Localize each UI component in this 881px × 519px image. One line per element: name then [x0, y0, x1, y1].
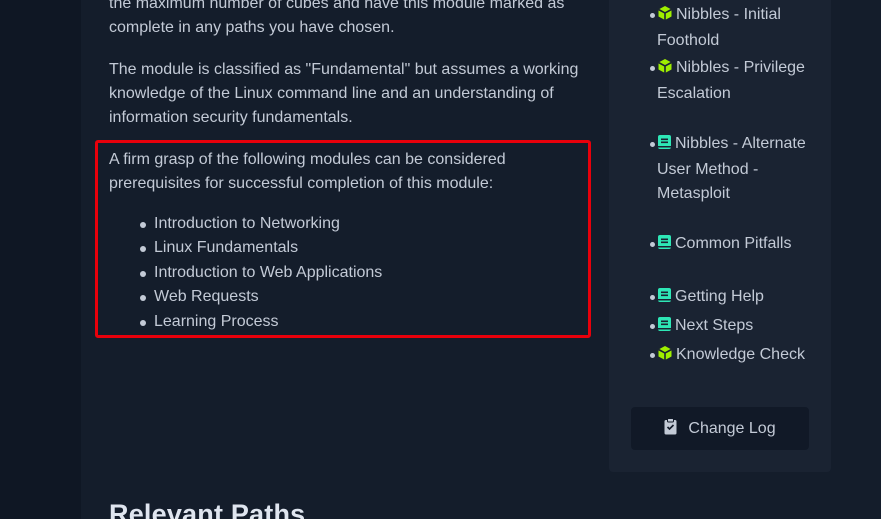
bullet	[650, 324, 655, 329]
cube-icon	[657, 345, 673, 369]
toc-item-initial-foothold[interactable]: Nibbles - Initial Foothold	[650, 3, 817, 53]
toc-item-label: Next Steps	[675, 317, 754, 334]
toc-item-label: Knowledge Check	[676, 346, 805, 363]
toc-item-next-steps[interactable]: Next Steps	[650, 314, 817, 340]
change-log-button[interactable]: Change Log	[631, 407, 809, 450]
toc-item-privilege-escalation[interactable]: Nibbles - Privilege Escalation	[650, 56, 817, 106]
bullet	[650, 242, 655, 247]
bullet	[650, 353, 655, 358]
toc-item-getting-help[interactable]: Getting Help	[650, 285, 817, 311]
page: the maximum number of cubes and have thi…	[0, 0, 881, 519]
toc-item-label: Getting Help	[675, 288, 764, 305]
bullet	[650, 142, 655, 147]
cube-icon	[657, 58, 673, 82]
section-heading-relevant-paths: Relevant Paths	[109, 499, 306, 519]
book-icon	[657, 234, 672, 258]
cube-icon	[657, 5, 673, 29]
bullet	[650, 66, 655, 71]
bullet	[650, 13, 655, 18]
highlight-box	[95, 140, 591, 338]
book-icon	[657, 316, 672, 340]
paragraph-completion: the maximum number of cubes and have thi…	[109, 0, 565, 36]
toc-item-alternate-user-method[interactable]: Nibbles - Alternate User Method - Metasp…	[650, 132, 817, 206]
book-icon	[657, 134, 672, 158]
book-icon	[657, 287, 672, 311]
bullet	[650, 295, 655, 300]
toc-item-common-pitfalls[interactable]: Common Pitfalls	[650, 232, 817, 258]
toc-item-label: Common Pitfalls	[675, 235, 792, 252]
toc-item-label: Nibbles - Privilege Escalation	[657, 59, 805, 102]
toc-item-label: Nibbles - Alternate User Method - Metasp…	[657, 135, 806, 202]
change-log-label: Change Log	[688, 419, 776, 437]
toc-item-label: Nibbles - Initial Foothold	[657, 6, 781, 49]
clipboard-icon	[664, 417, 677, 440]
table-of-contents-sidebar: Nibbles - Initial Foothold Nibbles - Pri…	[609, 0, 831, 472]
paragraph-classification: The module is classified as "Fundamental…	[109, 61, 579, 126]
toc-item-knowledge-check[interactable]: Knowledge Check	[650, 343, 817, 369]
